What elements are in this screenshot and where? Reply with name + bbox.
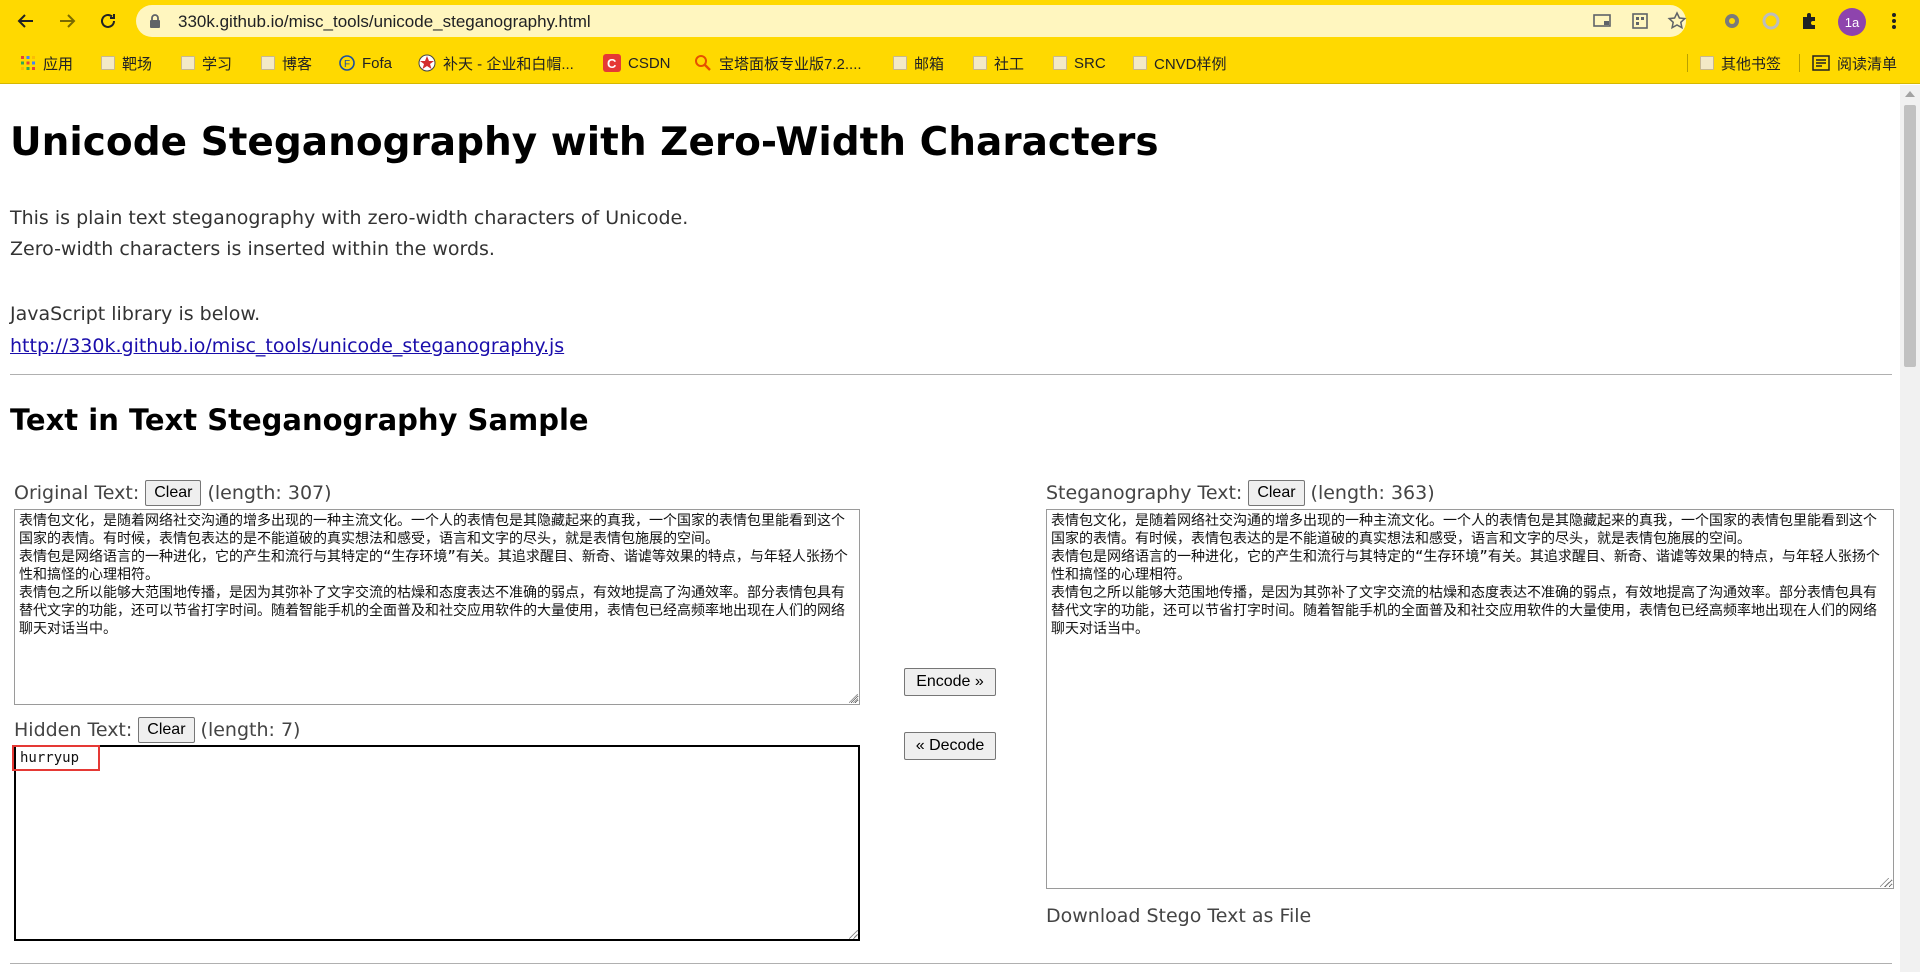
bookmark-separator [1799,54,1800,72]
svg-text:C: C [607,56,617,71]
folder-icon [893,56,907,70]
bookmark-label: 阅读清单 [1837,55,1898,73]
bookmarks-bar: 应用 靶场 学习 博客 F Fofa 补天 - 企业和白帽... C CSDN … [0,42,1920,84]
extensions-puzzle-icon[interactable] [1797,9,1821,33]
bookmark-apps[interactable]: 应用 [20,52,73,74]
folder-icon [261,56,275,70]
bookmark-label: 博客 [282,55,313,73]
library-text: JavaScript library is below. [10,303,261,325]
clear-stego-button[interactable]: Clear [1248,480,1305,506]
apps-grid-icon [21,56,35,70]
folder-icon [1133,56,1147,70]
reading-list-button[interactable]: 阅读清单 [1812,52,1897,74]
page-scrollbar[interactable] [1900,85,1920,972]
bookmark-star-icon[interactable] [1666,11,1688,31]
resize-grip-icon[interactable] [1880,878,1889,887]
bookmark-butian[interactable]: 补天 - 企业和白帽... [418,52,574,74]
svg-text:F: F [344,59,350,70]
butian-icon [418,54,436,72]
original-length: (length: 307) [207,482,332,504]
scroll-up-icon[interactable] [1905,91,1915,97]
bookmark-label: 学习 [202,55,233,73]
page-title: Unicode Steganography with Zero-Width Ch… [10,120,1159,165]
bookmark-label: Fofa [362,54,393,72]
divider [10,374,1892,375]
resize-grip-icon[interactable] [849,930,858,939]
clear-hidden-button[interactable]: Clear [138,717,195,743]
forward-button[interactable] [55,9,79,33]
bookmark-folder-mail[interactable]: 邮箱 [893,52,944,74]
stego-text-label: Steganography Text: [1046,482,1243,504]
bookmark-baota[interactable]: 宝塔面板专业版7.2.... [694,52,862,74]
hidden-text-label-row: Hidden Text: Clear (length: 7) [14,717,300,743]
back-button[interactable] [14,9,38,33]
stego-text-label-row: Steganography Text: Clear (length: 363) [1046,480,1435,506]
csdn-icon: C [603,54,621,72]
bookmark-folder-1[interactable]: 靶场 [101,52,152,74]
bookmark-label: SRC [1074,54,1106,72]
bookmark-label: CSDN [628,54,671,72]
reload-button[interactable] [96,9,120,33]
original-text-area[interactable]: 表情包文化，是随着网络社交沟通的增多出现的一种主流文化。一个人的表情包是其隐藏起… [14,509,860,705]
resize-grip-icon[interactable] [849,694,858,703]
address-bar[interactable]: 330k.github.io/misc_tools/unicode_stegan… [136,5,1688,37]
bookmark-label: CNVD样例 [1154,55,1227,73]
hidden-text-area[interactable]: hurryup [14,745,860,941]
original-text-label-row: Original Text: Clear (length: 307) [14,480,332,506]
arrow-left-icon [17,14,33,28]
cast-icon[interactable] [1591,11,1613,31]
search-icon [695,55,711,71]
profile-avatar[interactable]: 1a [1838,8,1866,36]
extension-circle-icon[interactable] [1759,9,1783,33]
bookmark-label: 邮箱 [914,55,945,73]
folder-icon [1700,56,1714,70]
divider [10,963,1892,964]
encode-button[interactable]: Encode » [904,668,996,696]
browser-toolbar: 330k.github.io/misc_tools/unicode_stegan… [0,0,1920,42]
fofa-icon: F [339,55,355,71]
folder-icon [973,56,987,70]
annotation-highlight-box [12,745,100,771]
original-text-label: Original Text: [14,482,140,504]
bookmark-separator [1687,54,1688,72]
bookmark-folder-src[interactable]: SRC [1053,52,1106,74]
decode-button[interactable]: « Decode [904,732,996,760]
bookmark-label: 靶场 [122,55,153,73]
bookmark-folder-3[interactable]: 博客 [261,52,312,74]
scrollbar-thumb[interactable] [1904,105,1916,367]
translate-icon[interactable] [1629,11,1651,31]
bookmark-folder-social[interactable]: 社工 [973,52,1024,74]
section-title: Text in Text Steganography Sample [10,403,589,437]
bookmark-label: 宝塔面板专业版7.2.... [719,55,862,73]
hidden-text-label: Hidden Text: [14,719,133,741]
folder-icon [1053,56,1067,70]
stego-length: (length: 363) [1310,482,1435,504]
page-content: Unicode Steganography with Zero-Width Ch… [0,85,1900,972]
library-link[interactable]: http://330k.github.io/misc_tools/unicode… [10,335,564,357]
clear-original-button[interactable]: Clear [145,480,202,506]
bookmark-label: 社工 [994,55,1025,73]
intro-line-2: Zero-width characters is inserted within… [10,238,495,260]
folder-icon [101,56,115,70]
reload-icon [101,13,115,28]
bookmark-label: 应用 [43,55,74,73]
bookmark-folder-cnvd[interactable]: CNVD样例 [1133,52,1227,74]
bookmark-label: 补天 - 企业和白帽... [443,55,574,73]
download-stego-link[interactable]: Download Stego Text as File [1046,905,1311,927]
bookmark-csdn[interactable]: C CSDN [603,52,671,74]
bookmark-fofa[interactable]: F Fofa [339,52,392,74]
stego-text-area[interactable]: 表情包文化，是随着网络社交沟通的增多出现的一种主流文化。一个人的表情包是其隐藏起… [1046,509,1894,889]
arrow-right-icon [60,14,76,28]
reading-list-icon [1812,55,1830,71]
bookmark-folder-2[interactable]: 学习 [181,52,232,74]
lock-icon [150,14,160,28]
url-text: 330k.github.io/misc_tools/unicode_stegan… [178,12,591,31]
bookmark-other[interactable]: 其他书签 [1700,52,1781,74]
intro-line-1: This is plain text steganography with ze… [10,207,689,229]
folder-icon [181,56,195,70]
more-menu-icon[interactable] [1882,9,1906,33]
hidden-length: (length: 7) [200,719,301,741]
extension-gear-icon[interactable] [1720,9,1744,33]
bookmark-label: 其他书签 [1721,55,1782,73]
